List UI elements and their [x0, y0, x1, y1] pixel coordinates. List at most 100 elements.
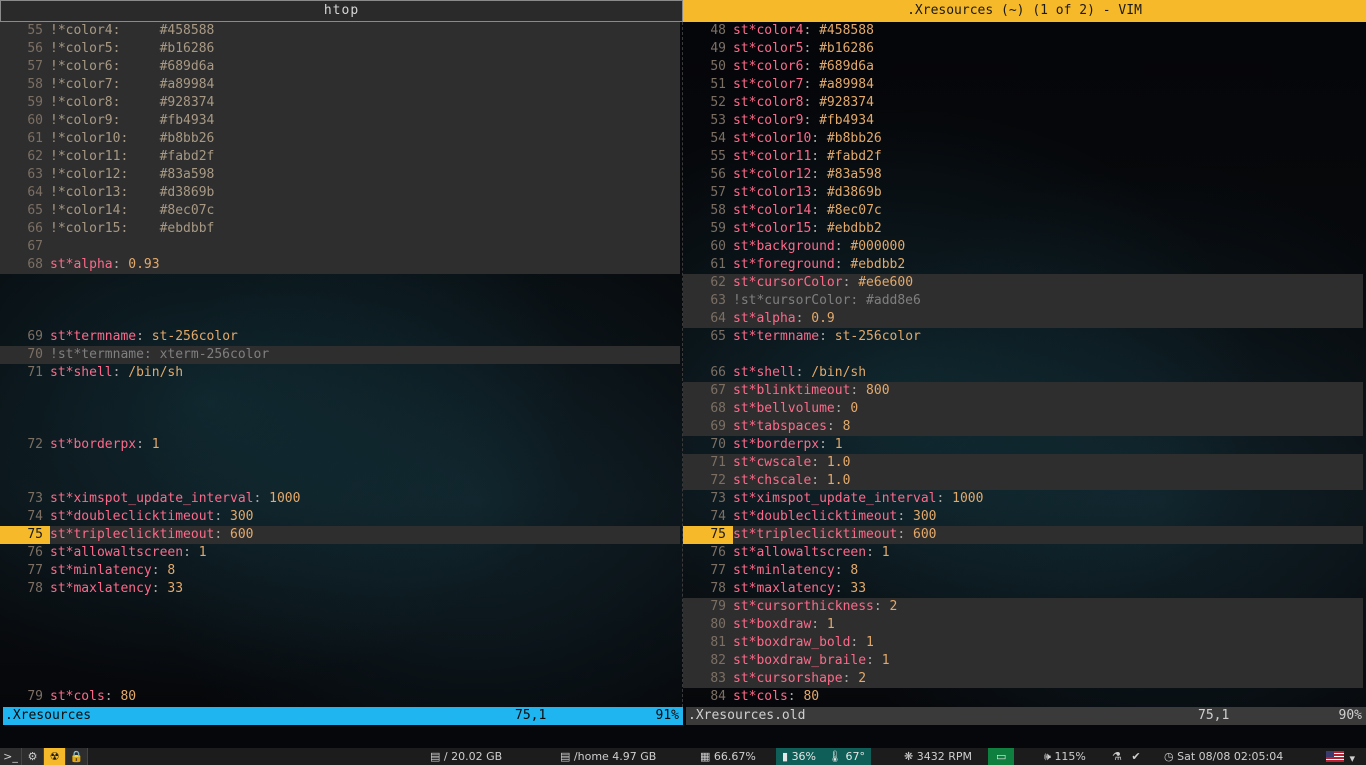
code-line[interactable]: 58 st*color14: #8ec07c — [683, 202, 1363, 220]
line-content: !*color8: #928374 — [50, 95, 215, 110]
code-line[interactable]: 74 st*doubleclicktimeout: 300 — [0, 508, 680, 526]
code-line[interactable]: 69 st*termname: st-256color — [0, 328, 680, 346]
line-content: st*shell: /bin/sh — [733, 365, 867, 380]
code-line[interactable]: 66 !*color15: #ebdbbf — [0, 220, 680, 238]
code-line[interactable]: 77 st*minlatency: 8 — [683, 562, 1363, 580]
code-line[interactable]: 77 st*minlatency: 8 — [0, 562, 680, 580]
resource-key: st*cols — [50, 689, 105, 704]
radiation-icon[interactable]: ☢ — [44, 748, 66, 765]
code-line[interactable]: 70 !st*termname: xterm-256color — [0, 346, 680, 364]
disk-home-value: /home 4.97 GB — [573, 750, 657, 763]
code-line[interactable]: 76 st*allowaltscreen: 1 — [683, 544, 1363, 562]
line-content: st*color9: #fb4934 — [733, 113, 874, 128]
vim-pane-title[interactable]: .Xresources (~) (1 of 2) - VIM — [683, 0, 1366, 22]
resource-value: #ebdbb2 — [842, 257, 906, 272]
resource-key: st*minlatency — [50, 563, 152, 578]
code-line[interactable]: 75 st*tripleclicktimeout: 600 — [0, 526, 680, 544]
code-line[interactable]: 57 st*color13: #d3869b — [683, 184, 1363, 202]
code-line[interactable]: 84 st*cols: 80 — [683, 688, 1363, 706]
htop-pane-title[interactable]: htop — [0, 0, 683, 22]
code-line[interactable]: 56 st*color12: #83a598 — [683, 166, 1363, 184]
resource-key: st*shell — [733, 365, 796, 380]
code-line[interactable]: 61 st*foreground: #ebdbb2 — [683, 256, 1363, 274]
clock-icon: ◷ — [1164, 750, 1174, 763]
code-line[interactable]: 71 st*cwscale: 1.0 — [683, 454, 1363, 472]
code-line[interactable]: 62 !*color11: #fabd2f — [0, 148, 680, 166]
code-line[interactable]: 55 !*color4: #458588 — [0, 22, 680, 40]
code-line[interactable]: 80 st*boxdraw: 1 — [683, 616, 1363, 634]
check-icon[interactable]: ✔ — [1131, 750, 1140, 763]
line-number: 50 — [710, 59, 726, 74]
code-line[interactable]: 65 st*termname: st-256color — [683, 328, 1363, 346]
code-line[interactable]: 49 st*color5: #b16286 — [683, 40, 1363, 58]
keyboard-layout-flag[interactable]: ▾ — [1326, 748, 1355, 765]
code-line[interactable]: 63 !st*cursorColor: #add8e6 — [683, 292, 1363, 310]
line-number: 82 — [710, 653, 726, 668]
code-line[interactable]: 76 st*allowaltscreen: 1 — [0, 544, 680, 562]
code-line[interactable]: 78 st*maxlatency: 33 — [0, 580, 680, 598]
line-number: 79 — [27, 689, 43, 704]
line-number: 63 — [710, 293, 726, 308]
code-line[interactable]: 71 st*shell: /bin/sh — [0, 364, 680, 382]
line-content: st*bellvolume: 0 — [733, 401, 859, 416]
resource-value: 600 — [222, 527, 254, 542]
code-line[interactable]: 60 !*color9: #fb4934 — [0, 112, 680, 130]
code-line[interactable]: 54 st*color10: #b8bb26 — [683, 130, 1363, 148]
line-content: st*allowaltscreen: 1 — [50, 545, 207, 560]
code-line[interactable]: 68 st*alpha: 0.93 — [0, 256, 680, 274]
line-number: 81 — [710, 635, 726, 650]
code-line[interactable]: 55 st*color11: #fabd2f — [683, 148, 1363, 166]
line-number: 56 — [27, 41, 43, 56]
code-line[interactable]: 66 st*shell: /bin/sh — [683, 364, 1363, 382]
resource-value: 1 — [873, 653, 890, 668]
us-flag-icon[interactable] — [1326, 751, 1344, 762]
code-line[interactable]: 67 — [0, 238, 680, 256]
code-line[interactable]: 59 !*color8: #928374 — [0, 94, 680, 112]
resource-key: st*cursorthickness — [733, 599, 874, 614]
code-line[interactable]: 70 st*borderpx: 1 — [683, 436, 1363, 454]
code-line[interactable]: 73 st*ximspot_update_interval: 1000 — [683, 490, 1363, 508]
code-line[interactable]: 51 st*color7: #a89984 — [683, 76, 1363, 94]
code-line[interactable]: 62 st*cursorColor: #e6e600 — [683, 274, 1363, 292]
code-line[interactable]: 81 st*boxdraw_bold: 1 — [683, 634, 1363, 652]
flask-icon[interactable]: ⚗ — [1112, 750, 1122, 763]
left-editor-pane[interactable]: 55 !*color4: #458588 56 !*color5: #b16286 57… — [0, 22, 683, 707]
code-line[interactable]: 59 st*color15: #ebdbb2 — [683, 220, 1363, 238]
code-line[interactable]: 65 !*color14: #8ec07c — [0, 202, 680, 220]
terminal-icon[interactable]: >_ — [0, 748, 22, 765]
code-line[interactable]: 74 st*doubleclicktimeout: 300 — [683, 508, 1363, 526]
code-line[interactable]: 72 st*borderpx: 1 — [0, 436, 680, 454]
code-line[interactable]: 79 st*cols: 80 — [0, 688, 680, 706]
code-line[interactable]: 79 st*cursorthickness: 2 — [683, 598, 1363, 616]
code-line[interactable]: 67 st*blinktimeout: 800 — [683, 382, 1363, 400]
code-line[interactable]: 52 st*color8: #928374 — [683, 94, 1363, 112]
settings-icon[interactable]: ⚙ — [22, 748, 44, 765]
line-number: 71 — [710, 455, 726, 470]
code-line[interactable]: 57 !*color6: #689d6a — [0, 58, 680, 76]
code-line[interactable]: 69 st*tabspaces: 8 — [683, 418, 1363, 436]
line-number: 57 — [27, 59, 43, 74]
code-line[interactable]: 64 !*color13: #d3869b — [0, 184, 680, 202]
dropdown-arrow-icon[interactable]: ▾ — [1350, 752, 1356, 765]
code-line[interactable]: 72 st*chscale: 1.0 — [683, 472, 1363, 490]
code-line[interactable]: 82 st*boxdraw_braile: 1 — [683, 652, 1363, 670]
code-line[interactable]: 63 !*color12: #83a598 — [0, 166, 680, 184]
code-line[interactable]: 58 !*color7: #a89984 — [0, 76, 680, 94]
code-line[interactable]: 83 st*cursorshape: 2 — [683, 670, 1363, 688]
code-line[interactable]: 75 st*tripleclicktimeout: 600 — [683, 526, 1363, 544]
code-line[interactable]: 73 st*ximspot_update_interval: 1000 — [0, 490, 680, 508]
lock-icon[interactable]: 🔒 — [66, 748, 88, 765]
code-line[interactable]: 78 st*maxlatency: 33 — [683, 580, 1363, 598]
volume-indicator[interactable]: 🕪 115% — [1044, 748, 1086, 765]
code-line[interactable]: 61 !*color10: #b8bb26 — [0, 130, 680, 148]
code-line[interactable]: 60 st*background: #000000 — [683, 238, 1363, 256]
code-line[interactable]: 64 st*alpha: 0.9 — [683, 310, 1363, 328]
right-editor-pane[interactable]: 48 st*color4: #458588 49 st*color5: #b16286… — [683, 22, 1366, 707]
code-line[interactable]: 53 st*color9: #fb4934 — [683, 112, 1363, 130]
line-content: st*color7: #a89984 — [733, 77, 874, 92]
code-line[interactable]: 68 st*bellvolume: 0 — [683, 400, 1363, 418]
code-line[interactable]: 56 !*color5: #b16286 — [0, 40, 680, 58]
code-line[interactable]: 50 st*color6: #689d6a — [683, 58, 1363, 76]
code-line[interactable]: 48 st*color4: #458588 — [683, 22, 1363, 40]
line-content: st*color12: #83a598 — [733, 167, 882, 182]
